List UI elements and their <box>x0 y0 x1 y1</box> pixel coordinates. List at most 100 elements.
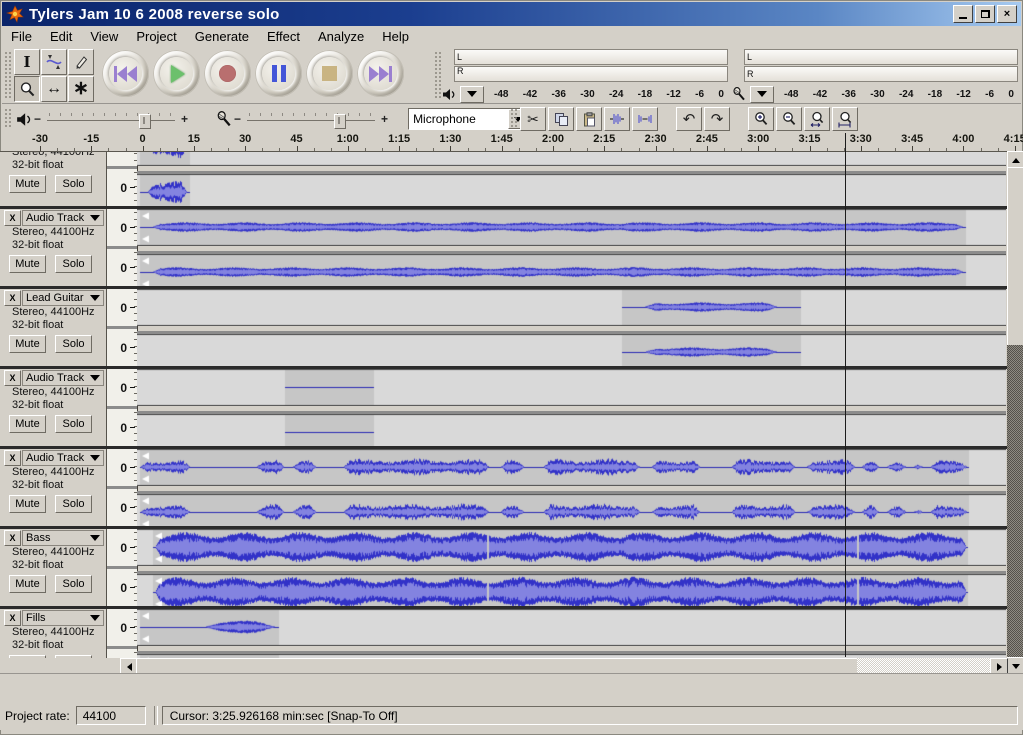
track-control-panel: XBassStereo, 44100Hz32-bit floatMuteSolo <box>2 529 107 606</box>
title-bar[interactable]: Tylers Jam 10 6 2008 reverse solo × <box>2 2 1021 26</box>
waveform-canvas[interactable] <box>137 334 1006 369</box>
recording-meter-left-bar[interactable] <box>744 49 1018 65</box>
stop-button[interactable] <box>306 50 353 97</box>
minimize-button[interactable] <box>953 5 973 23</box>
waveform-canvas[interactable] <box>137 414 1006 449</box>
multi-tool-button[interactable]: ∗ <box>68 76 94 102</box>
paste-button[interactable] <box>576 107 602 131</box>
menu-analyze[interactable]: Analyze <box>309 27 373 46</box>
horizontal-scroll-trough[interactable] <box>857 658 991 673</box>
fit-project-button[interactable] <box>832 107 858 131</box>
toolbar-grip[interactable] <box>510 108 518 128</box>
vertical-scrollbar[interactable] <box>1007 151 1023 673</box>
cut-button[interactable]: ✂ <box>520 107 546 131</box>
track-close-button[interactable]: X <box>4 290 21 306</box>
menu-edit[interactable]: Edit <box>41 27 81 46</box>
playback-meter-left-bar[interactable] <box>454 49 728 65</box>
gain-ruler[interactable]: 00 <box>107 152 138 206</box>
track-close-button[interactable]: X <box>4 450 21 466</box>
zoom-tool-button[interactable] <box>14 76 40 102</box>
silence-button[interactable] <box>632 107 658 131</box>
trim-button[interactable] <box>604 107 630 131</box>
skip-start-button[interactable] <box>102 50 149 97</box>
playback-volume-slider[interactable] <box>47 110 175 128</box>
gain-ruler[interactable]: 00 <box>107 289 138 366</box>
playback-meter-right-bar[interactable] <box>454 66 728 82</box>
menu-project[interactable]: Project <box>127 27 185 46</box>
track-close-button[interactable]: X <box>4 370 21 386</box>
zoom-in-button[interactable] <box>748 107 774 131</box>
horizontal-scrollbar[interactable] <box>120 658 1006 673</box>
pause-button[interactable] <box>255 50 302 97</box>
waveform-canvas[interactable] <box>137 529 1006 566</box>
toolbar-grip[interactable] <box>4 51 12 99</box>
undo-button[interactable]: ↶ <box>676 107 702 131</box>
status-bar: Project rate: 44100 Cursor: 3:25.926168 … <box>0 701 1023 730</box>
gain-ruler[interactable]: 00 <box>107 609 138 659</box>
mute-button[interactable]: Mute <box>9 255 46 273</box>
gain-ruler[interactable]: 00 <box>107 369 138 446</box>
solo-button[interactable]: Solo <box>55 335 92 353</box>
waveform-canvas[interactable] <box>137 209 1006 246</box>
record-button[interactable] <box>204 50 251 97</box>
zoom-out-button[interactable] <box>776 107 802 131</box>
playback-volume-thumb[interactable] <box>139 114 151 129</box>
solo-button[interactable]: Solo <box>55 255 92 273</box>
vertical-scroll-trough[interactable] <box>1007 345 1023 657</box>
menu-file[interactable]: File <box>2 27 41 46</box>
play-button[interactable] <box>153 50 200 97</box>
recording-meter-right-bar[interactable] <box>744 66 1018 82</box>
copy-button[interactable] <box>548 107 574 131</box>
waveform-canvas[interactable] <box>137 289 1006 326</box>
solo-button[interactable]: Solo <box>55 175 92 193</box>
solo-button[interactable]: Solo <box>55 575 92 593</box>
input-volume-thumb[interactable] <box>334 114 346 129</box>
mute-button[interactable]: Mute <box>9 495 46 513</box>
waveform-canvas[interactable] <box>137 574 1006 609</box>
track-title-button[interactable]: Lead Guitar <box>22 290 104 306</box>
envelope-tool-button[interactable] <box>41 49 67 75</box>
toolbar-grip[interactable] <box>4 108 12 128</box>
waveform-canvas[interactable] <box>137 449 1006 486</box>
solo-button[interactable]: Solo <box>55 415 92 433</box>
menu-generate[interactable]: Generate <box>186 27 258 46</box>
draw-tool-button[interactable] <box>68 49 94 75</box>
redo-button[interactable]: ↷ <box>704 107 730 131</box>
waveform-canvas[interactable] <box>137 254 1006 289</box>
timeline-ruler[interactable]: -30-1501530451:001:151:301:452:002:152:3… <box>2 132 1021 152</box>
input-volume-slider[interactable] <box>247 110 375 128</box>
track-title-button[interactable]: Audio Track <box>22 210 104 226</box>
selection-tool-button[interactable]: I <box>14 49 40 75</box>
track-close-button[interactable]: X <box>4 610 21 626</box>
track-close-button[interactable]: X <box>4 210 21 226</box>
timeshift-tool-button[interactable]: ↔ <box>41 76 67 102</box>
menu-effect[interactable]: Effect <box>258 27 309 46</box>
playback-meter-menu-button[interactable] <box>460 86 484 103</box>
mute-button[interactable]: Mute <box>9 575 46 593</box>
gain-ruler[interactable]: 00 <box>107 209 138 286</box>
solo-button[interactable]: Solo <box>55 495 92 513</box>
fit-selection-button[interactable] <box>804 107 830 131</box>
waveform-canvas[interactable] <box>137 152 1006 166</box>
menu-view[interactable]: View <box>81 27 127 46</box>
mute-button[interactable]: Mute <box>9 175 46 193</box>
waveform-canvas[interactable] <box>137 494 1006 529</box>
menu-help[interactable]: Help <box>373 27 418 46</box>
track-title-button[interactable]: Fills <box>22 610 104 626</box>
track-title-button[interactable]: Audio Track <box>22 370 104 386</box>
waveform-canvas[interactable] <box>137 174 1006 209</box>
restore-button[interactable] <box>975 5 995 23</box>
mute-button[interactable]: Mute <box>9 415 46 433</box>
gain-ruler[interactable]: 00 <box>107 449 138 526</box>
vertical-scroll-thumb[interactable] <box>1007 167 1023 347</box>
skip-end-button[interactable] <box>357 50 404 97</box>
waveform-canvas[interactable] <box>137 369 1006 406</box>
gain-ruler[interactable]: 00 <box>107 529 138 606</box>
track-close-button[interactable]: X <box>4 530 21 546</box>
track-title-button[interactable]: Bass <box>22 530 104 546</box>
waveform-canvas[interactable] <box>137 609 1006 646</box>
close-button[interactable]: × <box>997 5 1017 23</box>
recording-meter-menu-button[interactable] <box>750 86 774 103</box>
mute-button[interactable]: Mute <box>9 335 46 353</box>
track-title-button[interactable]: Audio Track <box>22 450 104 466</box>
